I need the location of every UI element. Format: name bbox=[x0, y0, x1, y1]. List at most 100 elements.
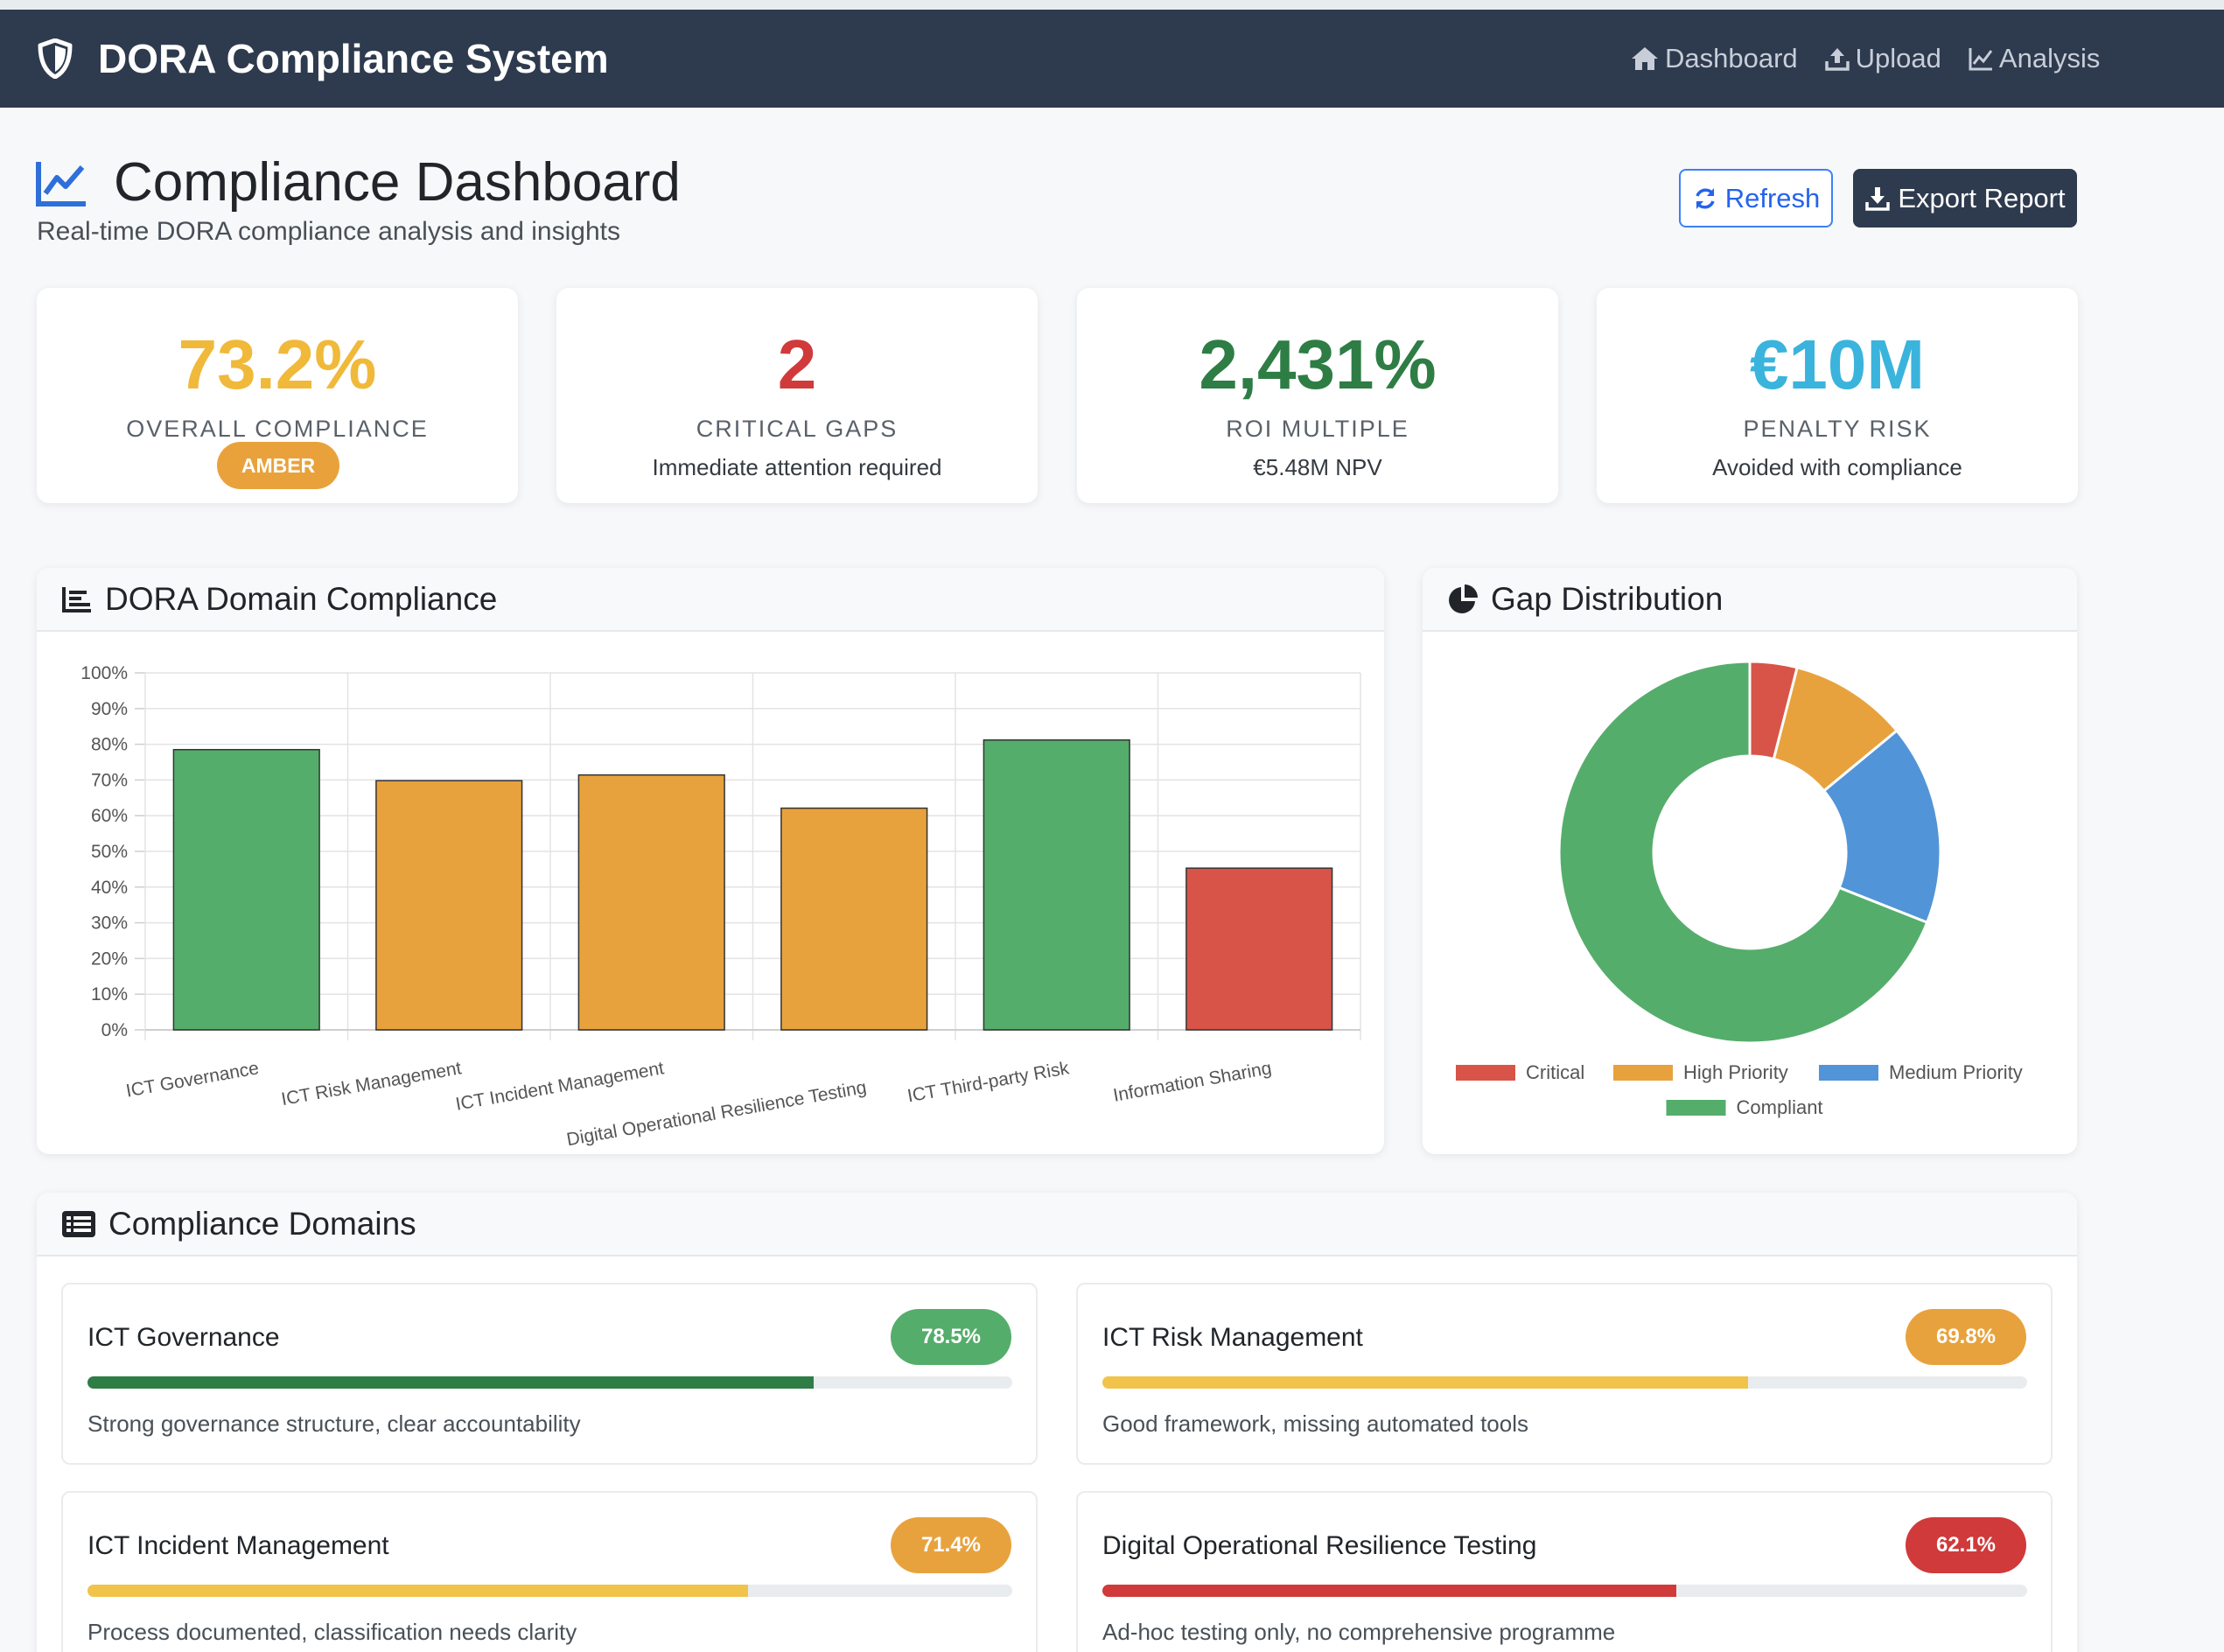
x-tick-label: ICT Third-party Risk bbox=[906, 1058, 1071, 1106]
main-content: Compliance Dashboard Real-time DORA comp… bbox=[0, 108, 2224, 1652]
y-tick-label: 60% bbox=[91, 806, 128, 826]
home-icon bbox=[1632, 47, 1658, 70]
stat-value: 73.2% bbox=[178, 326, 377, 403]
legend-label: Compliant bbox=[1737, 1096, 1823, 1118]
refresh-icon bbox=[1696, 187, 1715, 209]
panel-title: Gap Distribution bbox=[1491, 580, 1724, 617]
upload-icon bbox=[1824, 48, 1850, 71]
domain-card-resilience-testing[interactable]: Digital Operational Resilience Testing 6… bbox=[1076, 1491, 2053, 1652]
domain-score-badge: 78.5% bbox=[891, 1309, 1011, 1365]
domain-description: Good framework, missing automated tools bbox=[1102, 1410, 1528, 1437]
legend-label: High Priority bbox=[1683, 1061, 1788, 1083]
progress-track bbox=[1102, 1585, 2027, 1597]
panel-header: Gap Distribution bbox=[1423, 568, 2077, 632]
bar-chart: 0% 10% 20% 30% 40% 50% 60% 70% 80% 90% 100% ICT Gov… bbox=[80, 663, 1361, 1150]
export-report-button[interactable]: Export Report bbox=[1853, 169, 2077, 228]
page: DORA Compliance System Dashboard Upload bbox=[0, 0, 2224, 1652]
bar-chart-icon bbox=[62, 586, 91, 612]
y-tick-label: 100% bbox=[80, 663, 128, 683]
domain-description: Process documented, classification needs… bbox=[87, 1619, 577, 1645]
domain-score-badge: 62.1% bbox=[1906, 1517, 2026, 1573]
shield-icon bbox=[38, 38, 73, 79]
panel-title: Compliance Domains bbox=[108, 1205, 416, 1242]
domain-name: Digital Operational Resilience Testing bbox=[1102, 1531, 1537, 1560]
export-report-label: Export Report bbox=[1898, 182, 2066, 214]
stat-value: €10M bbox=[1749, 326, 1926, 403]
nav-links: Dashboard Upload Analysis bbox=[1630, 10, 2126, 108]
stat-label: CRITICAL GAPS bbox=[696, 416, 899, 442]
y-tick-label: 50% bbox=[91, 842, 128, 862]
stat-subtext: Immediate attention required bbox=[652, 454, 942, 480]
brand-title: DORA Compliance System bbox=[98, 36, 609, 81]
y-tick-label: 20% bbox=[91, 948, 128, 969]
bar bbox=[577, 774, 725, 1031]
window-top-strip bbox=[0, 0, 2224, 10]
x-tick-label: ICT Governance bbox=[124, 1058, 260, 1101]
bar bbox=[172, 748, 320, 1031]
domain-card-ict-risk-management[interactable]: ICT Risk Management 69.8% Good framework… bbox=[1076, 1283, 2053, 1465]
legend-swatch bbox=[1613, 1065, 1673, 1081]
legend-swatch bbox=[1819, 1065, 1878, 1081]
legend-label: Medium Priority bbox=[1889, 1061, 2023, 1083]
domain-compliance-panel: DORA Domain Compliance 0% 10% 20% 30% 40% 50%… bbox=[37, 568, 1384, 1154]
y-tick-label: 90% bbox=[91, 699, 128, 719]
stat-card-overall-compliance: 73.2% OVERALL COMPLIANCE AMBER bbox=[37, 288, 518, 503]
navbar-brand[interactable]: DORA Compliance System bbox=[37, 10, 609, 108]
domain-description: Strong governance structure, clear accou… bbox=[87, 1410, 581, 1437]
y-tick-label: 0% bbox=[101, 1020, 128, 1040]
panel-header: DORA Domain Compliance bbox=[37, 568, 1384, 632]
page-title-row: Compliance Dashboard bbox=[35, 151, 681, 214]
nav-dashboard-link[interactable]: Dashboard bbox=[1630, 43, 1798, 74]
stat-subtext: Avoided with compliance bbox=[1712, 454, 1962, 480]
domain-name: ICT Incident Management bbox=[87, 1531, 389, 1560]
download-icon bbox=[1865, 186, 1891, 211]
legend-label: Critical bbox=[1526, 1061, 1584, 1083]
domain-card-ict-governance[interactable]: ICT Governance 78.5% Strong governance s… bbox=[61, 1283, 1038, 1465]
refresh-label: Refresh bbox=[1724, 182, 1821, 214]
x-tick-label: Information Sharing bbox=[1112, 1058, 1273, 1105]
bar bbox=[983, 738, 1130, 1031]
line-chart-icon bbox=[1969, 48, 1993, 71]
stat-card-critical-gaps: 2 CRITICAL GAPS Immediate attention requ… bbox=[556, 288, 1038, 503]
nav-analysis-link[interactable]: Analysis bbox=[1968, 43, 2100, 74]
x-tick-label: ICT Risk Management bbox=[280, 1058, 464, 1110]
nav-analysis-label: Analysis bbox=[1998, 43, 2101, 74]
gap-distribution-panel: Gap Distribution Critical High Priority Me… bbox=[1423, 568, 2077, 1154]
stat-value: 2 bbox=[777, 326, 817, 403]
panel-header: Compliance Domains bbox=[37, 1193, 2077, 1256]
nav-upload-link[interactable]: Upload bbox=[1824, 43, 1941, 74]
y-tick-label: 30% bbox=[91, 914, 128, 934]
compliance-domains-panel: Compliance Domains ICT Governance 78.5% … bbox=[37, 1193, 2077, 1652]
pie-chart-icon bbox=[1449, 584, 1478, 613]
x-tick-label: ICT Incident Management bbox=[454, 1058, 666, 1115]
progress-fill bbox=[1102, 1376, 1748, 1389]
page-title: Compliance Dashboard bbox=[114, 152, 681, 213]
progress-fill bbox=[87, 1376, 814, 1389]
panel-title: DORA Domain Compliance bbox=[105, 580, 498, 617]
stat-value: 2,431% bbox=[1199, 326, 1437, 403]
line-chart-icon bbox=[36, 161, 86, 206]
progress-fill bbox=[1102, 1585, 1677, 1597]
list-icon bbox=[62, 1210, 95, 1237]
progress-fill bbox=[87, 1585, 748, 1597]
domain-description: Ad-hoc testing only, no comprehensive pr… bbox=[1102, 1619, 1616, 1645]
stat-card-roi-multiple: 2,431% ROI MULTIPLE €5.48M NPV bbox=[1077, 288, 1558, 503]
domain-score-badge: 69.8% bbox=[1906, 1309, 2026, 1365]
stat-label: ROI MULTIPLE bbox=[1226, 416, 1409, 442]
y-tick-label: 40% bbox=[91, 878, 128, 898]
domain-score-badge: 71.4% bbox=[891, 1517, 1011, 1573]
progress-track bbox=[87, 1376, 1012, 1389]
bar bbox=[780, 807, 928, 1031]
stat-label: OVERALL COMPLIANCE bbox=[126, 416, 429, 442]
stat-label: PENALTY RISK bbox=[1743, 416, 1932, 442]
nav-upload-label: Upload bbox=[1855, 43, 1941, 74]
stat-card-penalty-risk: €10M PENALTY RISK Avoided with complianc… bbox=[1597, 288, 2078, 503]
domain-card-ict-incident-management[interactable]: ICT Incident Management 71.4% Process do… bbox=[61, 1491, 1038, 1652]
y-tick-label: 10% bbox=[91, 984, 128, 1004]
x-tick-label: Digital Operational Resilience Testing bbox=[565, 1077, 868, 1150]
legend-swatch bbox=[1456, 1065, 1515, 1081]
refresh-button[interactable]: Refresh bbox=[1679, 169, 1833, 228]
progress-track bbox=[1102, 1376, 2027, 1389]
donut-chart: Critical High Priority Medium Priority Comp… bbox=[1456, 660, 2023, 1118]
stat-subtext: €5.48M NPV bbox=[1253, 454, 1382, 480]
